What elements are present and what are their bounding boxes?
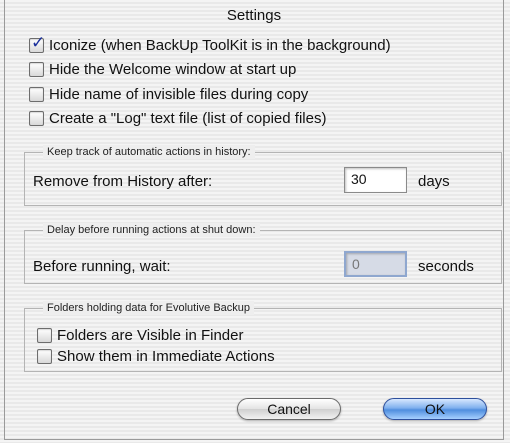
option-create-log[interactable]: Create a "Log" text file (list of copied… (29, 108, 326, 128)
shutdown-unit: seconds (418, 258, 474, 275)
option-iconize[interactable]: ✓ Iconize (when BackUp ToolKit is in the… (29, 34, 391, 55)
history-group: Keep track of automatic actions in histo… (24, 145, 502, 206)
show-immediate-checkbox[interactable] (37, 348, 52, 364)
option-label: Show them in Immediate Actions (57, 347, 275, 365)
history-row-label: Remove from History after: (33, 173, 213, 190)
hide-welcome-checkbox[interactable] (29, 61, 44, 77)
shutdown-group: Delay before running actions at shut dow… (24, 223, 502, 284)
option-label: Hide name of invisible files during copy (49, 85, 309, 103)
option-label: Folders are Visible in Finder (57, 326, 244, 344)
hide-invisible-checkbox[interactable] (29, 86, 44, 102)
shutdown-group-label: Delay before running actions at shut dow… (43, 223, 260, 237)
iconize-checkbox[interactable]: ✓ (29, 34, 45, 53)
history-days-field[interactable]: 30 (344, 167, 407, 193)
option-label: Hide the Welcome window at start up (49, 60, 297, 78)
history-group-label: Keep track of automatic actions in histo… (43, 145, 255, 159)
option-hide-welcome[interactable]: Hide the Welcome window at start up (29, 59, 296, 79)
folders-group: Folders holding data for Evolutive Backu… (24, 301, 502, 372)
option-label: Iconize (when BackUp ToolKit is in the b… (49, 36, 391, 54)
settings-dialog: Settings ✓ Iconize (when BackUp ToolKit … (4, 0, 504, 440)
dialog-title: Settings (226, 7, 282, 24)
folders-visible-checkbox[interactable] (37, 327, 52, 343)
option-hide-invisible[interactable]: Hide name of invisible files during copy (29, 84, 308, 104)
ok-button[interactable]: OK (383, 398, 487, 420)
option-folders-visible[interactable]: Folders are Visible in Finder (37, 325, 243, 345)
cancel-button[interactable]: Cancel (237, 398, 341, 420)
option-label: Create a "Log" text file (list of copied… (49, 109, 327, 127)
shutdown-seconds-field[interactable]: 0 (344, 251, 407, 277)
option-show-immediate[interactable]: Show them in Immediate Actions (37, 346, 275, 366)
create-log-checkbox[interactable] (29, 110, 44, 126)
folders-group-label: Folders holding data for Evolutive Backu… (43, 301, 255, 315)
history-unit: days (418, 173, 450, 190)
shutdown-row-label: Before running, wait: (33, 258, 171, 275)
checkmark-icon: ✓ (31, 32, 46, 52)
